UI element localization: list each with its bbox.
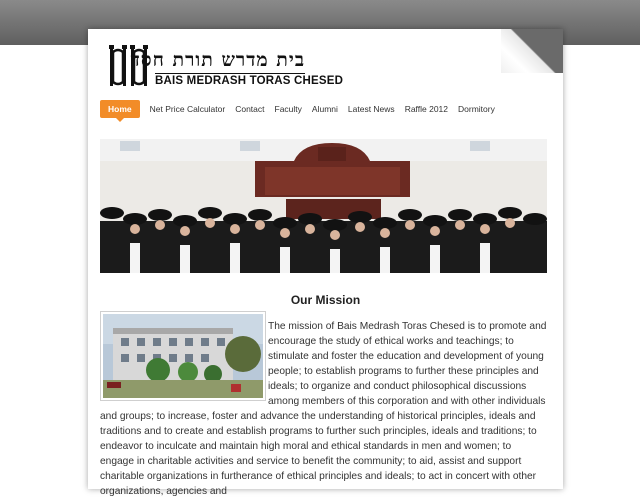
site-logo[interactable]: בית מדרש תורת חסד BAIS MEDRASH TORAS CHE… [107, 44, 344, 92]
nav-item-alumni[interactable]: Alumni [307, 100, 343, 118]
mission-text: The mission of Bais Medrash Toras Chesed… [100, 319, 547, 499]
site-name-english: BAIS MEDRASH TORAS CHESED [155, 73, 344, 87]
page-container: בית מדרש תורת חסד BAIS MEDRASH TORAS CHE… [88, 29, 563, 497]
nav-item-home[interactable]: Home [100, 100, 140, 122]
nav-item-net-price-calculator[interactable]: Net Price Calculator [145, 100, 231, 118]
nav-item-contact[interactable]: Contact [230, 100, 269, 118]
main-navigation: Home Net Price Calculator Contact Facult… [100, 100, 500, 122]
mission-heading: Our Mission [290, 293, 361, 307]
site-name-hebrew: בית מדרש תורת חסד [130, 49, 305, 71]
nav-item-raffle-2012[interactable]: Raffle 2012 [400, 100, 453, 118]
photo-spacer [100, 319, 268, 409]
nav-item-latest-news[interactable]: Latest News [343, 100, 400, 118]
banner-photo-gathering [100, 139, 547, 273]
page-curl-decoration [501, 29, 563, 73]
nav-item-faculty[interactable]: Faculty [270, 100, 307, 118]
nav-item-dormitory[interactable]: Dormitory [453, 100, 500, 118]
